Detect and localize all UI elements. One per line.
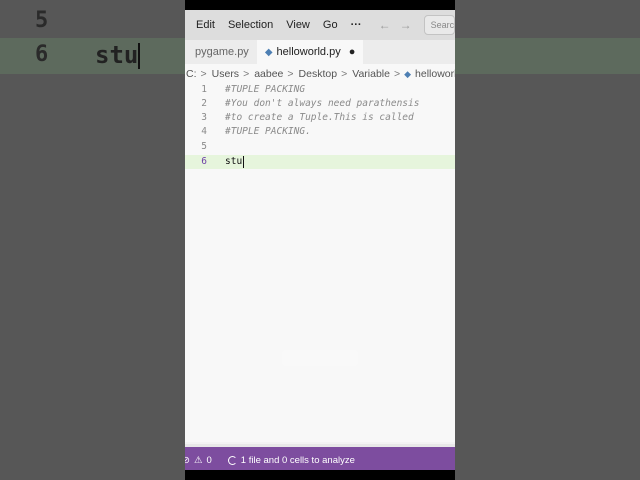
tab-pygame[interactable]: pygame.py <box>185 40 257 64</box>
breadcrumb-item[interactable]: Desktop <box>299 68 338 80</box>
code-line[interactable]: 4 #TUPLE PACKING. <box>185 125 455 139</box>
line-number: 2 <box>201 98 207 109</box>
menu-view[interactable]: View <box>281 19 315 31</box>
background-line-number: 6 <box>35 42 49 67</box>
error-icon: ⊘ <box>185 454 190 466</box>
chevron-right-icon: > <box>341 68 348 80</box>
code-text: #TUPLE PACKING <box>225 84 306 95</box>
video-letterbox-top <box>185 0 455 10</box>
menu-bar: Edit Selection View Go ··· ← → Search <box>185 10 455 40</box>
more-menu-button[interactable]: ··· <box>343 19 370 31</box>
menu-go[interactable]: Go <box>318 19 343 31</box>
problems-indicator[interactable]: ⊘ ⚠ 0 <box>185 455 212 466</box>
background-line-number: 5 <box>35 8 49 33</box>
line-number: 1 <box>201 84 207 95</box>
python-file-icon: ◆ <box>264 46 273 58</box>
background-code-text: stu <box>95 41 141 69</box>
python-file-icon: ◆ <box>404 68 412 79</box>
warning-icon: ⚠ <box>193 454 203 466</box>
code-line[interactable]: 2 #You don't always need parathensis <box>185 97 455 111</box>
command-center-search[interactable]: Search <box>423 15 455 35</box>
background-current-line-highlight <box>0 38 185 74</box>
breadcrumb-item[interactable]: Users <box>212 68 239 80</box>
code-line[interactable]: 1 #TUPLE PACKING <box>185 83 455 97</box>
line-number: 4 <box>201 126 207 137</box>
editor-window: Edit Selection View Go ··· ← → Search py… <box>185 0 455 480</box>
loading-spinner-icon <box>227 455 237 465</box>
tab-label: pygame.py <box>195 46 249 58</box>
text-cursor <box>243 155 245 168</box>
code-text: #You don't always need parathensis <box>225 98 420 109</box>
breadcrumb-item[interactable]: Variable <box>352 68 390 80</box>
code-line[interactable]: 5 <box>185 140 455 154</box>
status-bar: ⊘ ⚠ 0 1 file and 0 cells to analyze <box>185 444 455 473</box>
tab-label: helloworld.py <box>276 46 341 58</box>
analysis-text: 1 file and 0 cells to analyze <box>240 454 355 466</box>
editor-tabs: pygame.py ◆ helloworld.py ● <box>185 40 455 64</box>
arrow-left-icon[interactable]: ← <box>379 18 391 32</box>
line-number: 5 <box>201 141 207 152</box>
video-letterbox-bottom <box>185 470 455 480</box>
arrow-right-icon[interactable]: → <box>400 18 412 32</box>
breadcrumb-file[interactable]: helloworld.py <box>415 68 455 80</box>
code-line-current[interactable]: 6 stu <box>185 155 455 169</box>
breadcrumb-item[interactable]: aabee <box>254 68 283 80</box>
unsaved-dot-icon[interactable]: ● <box>349 46 356 58</box>
code-text: #to create a Tuple.This is called <box>225 112 414 123</box>
breadcrumb: C: > Users > aabee > Desktop > Variable … <box>185 64 455 84</box>
background-left-blur: 5 6 stu <box>0 0 185 480</box>
chevron-right-icon: > <box>393 68 401 80</box>
chevron-right-icon: > <box>200 68 207 80</box>
code-text: stu <box>225 155 245 168</box>
tab-helloworld[interactable]: ◆ helloworld.py ● <box>256 40 364 64</box>
background-right-blur <box>455 0 640 480</box>
background-current-line-highlight <box>455 38 640 74</box>
chevron-right-icon: > <box>287 68 294 80</box>
problems-count: 0 <box>206 454 212 466</box>
line-number: 6 <box>201 156 207 167</box>
code-line[interactable]: 3 #to create a Tuple.This is called <box>185 111 455 125</box>
breadcrumb-item[interactable]: C: <box>186 68 197 80</box>
menu-edit[interactable]: Edit <box>191 19 220 31</box>
line-number: 3 <box>201 112 207 123</box>
code-editor[interactable]: 1 #TUPLE PACKING 2 #You don't always nee… <box>185 82 455 442</box>
menu-selection[interactable]: Selection <box>223 19 278 31</box>
analysis-status[interactable]: 1 file and 0 cells to analyze <box>227 454 355 466</box>
faded-overlay-button <box>282 350 358 366</box>
chevron-right-icon: > <box>243 68 250 80</box>
code-text: #TUPLE PACKING. <box>225 126 311 137</box>
